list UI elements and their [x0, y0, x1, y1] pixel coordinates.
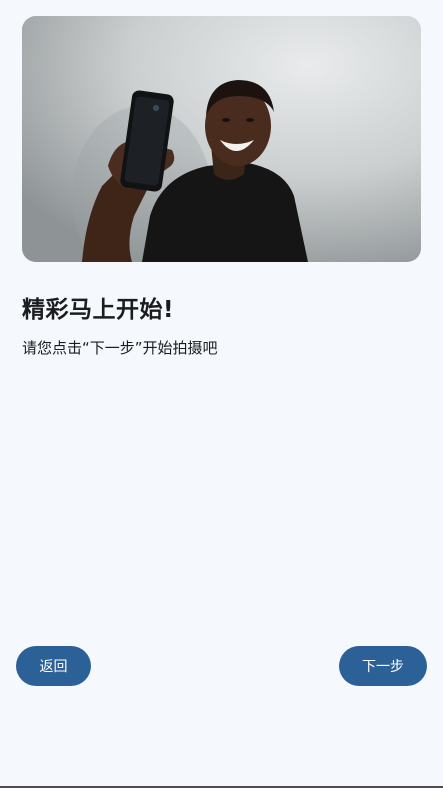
hero-image	[22, 16, 421, 262]
page-title: 精彩马上开始!	[22, 297, 174, 323]
selfie-illustration	[22, 16, 421, 262]
next-step-button[interactable]: 下一步	[339, 646, 427, 686]
instruction-text: 请您点击“下一步”开始拍摄吧	[22, 339, 218, 357]
back-button[interactable]: 返回	[16, 646, 91, 686]
